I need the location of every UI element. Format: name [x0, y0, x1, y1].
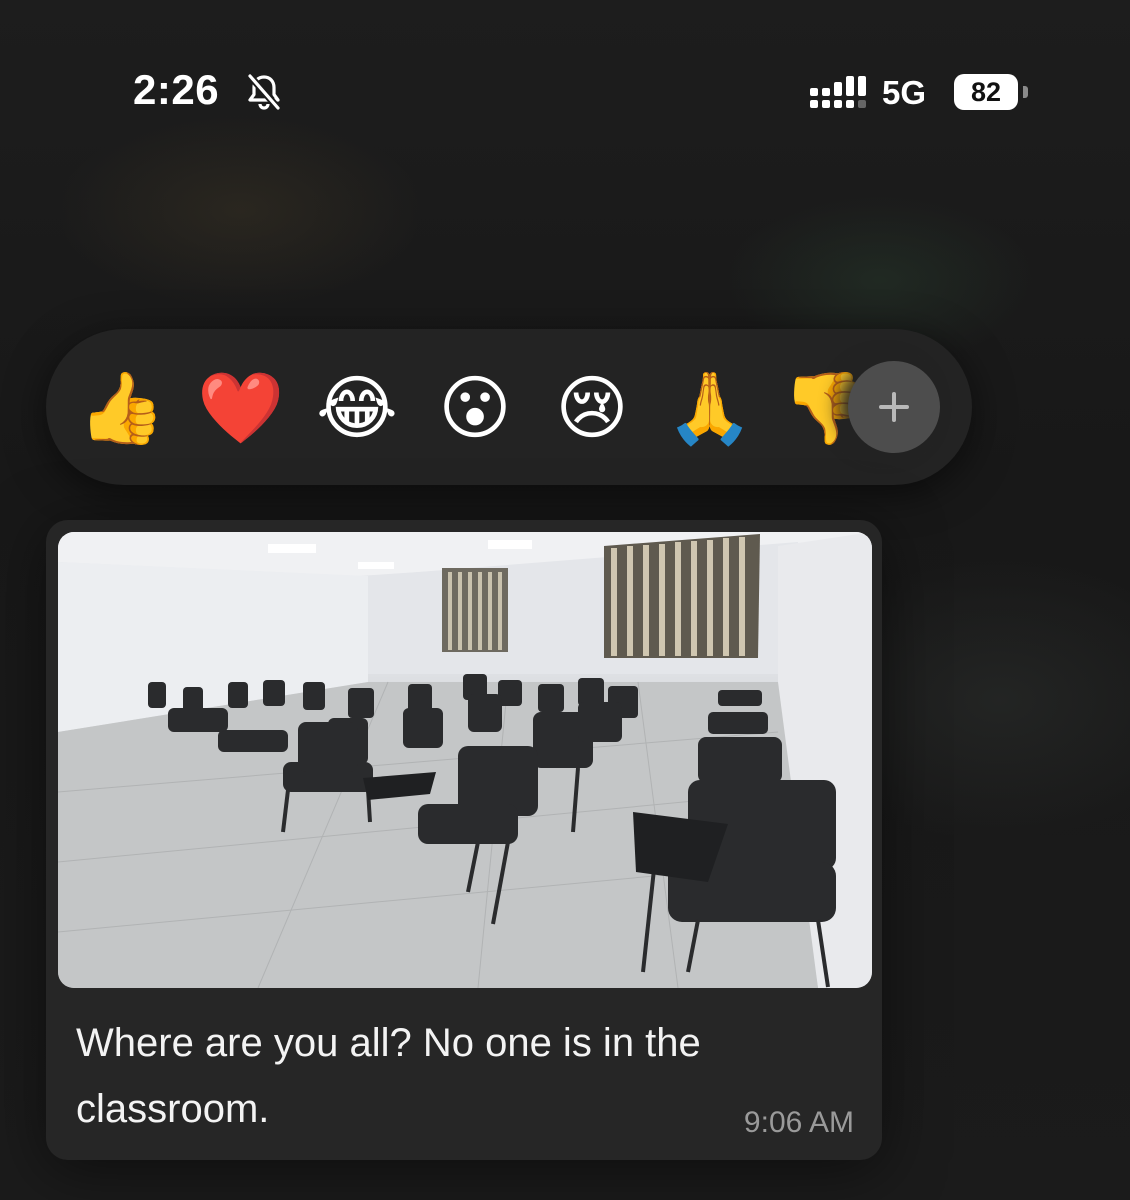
battery-cap — [1023, 86, 1028, 98]
battery-icon: 82 — [954, 74, 1018, 110]
message-photo[interactable] — [58, 532, 872, 988]
classroom-image — [58, 532, 872, 988]
signal-icon — [810, 76, 866, 108]
folded-hands-reaction[interactable]: 🙏 — [666, 365, 753, 451]
reaction-bar: 👍 ❤️ 😂 😮 😢 🙏 👎 — [46, 329, 972, 485]
crying-reaction[interactable]: 😢 — [549, 365, 635, 451]
bell-slash-icon — [247, 73, 281, 111]
add-reaction-button[interactable] — [848, 361, 940, 453]
status-bar: 2:26 5G 82 — [0, 0, 1130, 160]
status-time: 2:26 — [133, 66, 220, 113]
laughing-reaction[interactable]: 😂 — [314, 365, 400, 451]
message-text: Where are you all? No one is in the clas… — [76, 1021, 701, 1131]
surprised-reaction[interactable]: 😮 — [432, 365, 518, 451]
heart-reaction[interactable]: ❤️ — [197, 365, 284, 451]
thumbs-up-reaction[interactable]: 👍 — [78, 365, 165, 451]
network-type: 5G — [882, 74, 927, 111]
message-bubble[interactable]: Where are you all? No one is in the clas… — [46, 520, 882, 1160]
message-timestamp: 9:06 AM — [743, 1106, 854, 1139]
battery-level: 82 — [970, 77, 1002, 107]
